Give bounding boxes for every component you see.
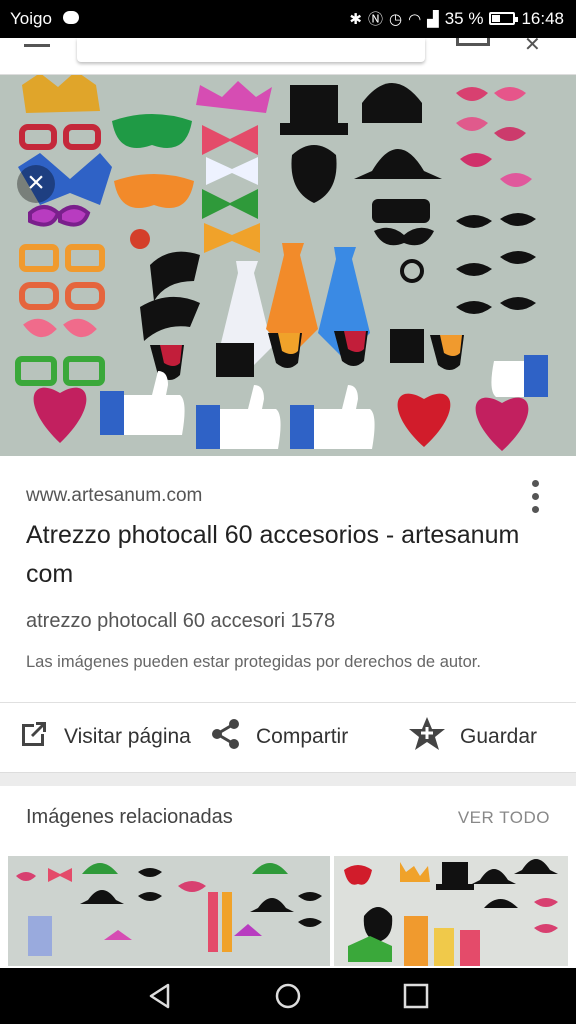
system-nav-bar xyxy=(0,968,576,1024)
star-save-icon xyxy=(408,716,446,758)
related-image-thumbnail[interactable] xyxy=(334,856,568,966)
result-actions: Visitar página Compartir Guardar xyxy=(0,703,576,771)
wifi-icon: ◠ xyxy=(408,10,422,28)
battery-percent: 35 % xyxy=(444,8,484,28)
nfc-icon: Ⓝ xyxy=(367,11,383,28)
carrier-name: Yoigo xyxy=(10,9,52,28)
result-card: www.artesanum.com Atrezzo photocall 60 a… xyxy=(0,456,576,773)
open-in-new-icon xyxy=(18,718,50,756)
search-input[interactable] xyxy=(77,38,425,62)
result-site-url[interactable]: www.artesanum.com xyxy=(26,485,202,507)
visit-page-button[interactable]: Visitar página xyxy=(18,703,191,771)
alarm-icon: ◷ xyxy=(388,10,403,28)
save-button[interactable]: Guardar xyxy=(408,703,537,771)
share-icon xyxy=(210,718,242,756)
status-icons: ✱ Ⓝ ◷ ◠ ▟ 35 % 16:48 xyxy=(349,8,564,29)
chat-icon xyxy=(63,11,79,24)
share-label: Compartir xyxy=(256,725,349,748)
result-image[interactable]: × xyxy=(0,75,576,456)
see-all-link[interactable]: VER TODO xyxy=(458,808,550,828)
share-button[interactable]: Compartir xyxy=(210,703,348,771)
close-image-button[interactable]: × xyxy=(17,165,55,203)
search-header: ✕ xyxy=(0,34,576,75)
signal-icon: ▟ xyxy=(427,10,439,28)
menu-icon[interactable] xyxy=(24,38,50,47)
battery-icon xyxy=(489,12,519,25)
related-images-title: Imágenes relacionadas xyxy=(26,806,233,828)
tabs-icon[interactable] xyxy=(456,38,490,46)
related-image-thumbnail[interactable] xyxy=(8,856,330,966)
photocall-props-image xyxy=(0,75,576,456)
close-icon[interactable]: ✕ xyxy=(524,32,541,57)
clock: 16:48 xyxy=(521,8,564,28)
save-label: Guardar xyxy=(460,725,538,748)
related-images-section: Imágenes relacionadas VER TODO xyxy=(0,786,576,968)
recents-icon[interactable] xyxy=(402,982,430,1010)
back-icon[interactable] xyxy=(146,982,174,1010)
status-bar: Yoigo ✱ Ⓝ ◷ ◠ ▟ 35 % 16:48 xyxy=(0,0,576,38)
result-title[interactable]: Atrezzo photocall 60 accesorios - artesa… xyxy=(26,516,526,594)
home-icon[interactable] xyxy=(274,982,302,1010)
bluetooth-icon: ✱ xyxy=(349,10,362,28)
result-description: atrezzo photocall 60 accesori 1578 xyxy=(26,610,336,632)
copyright-notice: Las imágenes pueden estar protegidas por… xyxy=(26,653,481,671)
visit-page-label: Visitar página xyxy=(64,725,191,748)
